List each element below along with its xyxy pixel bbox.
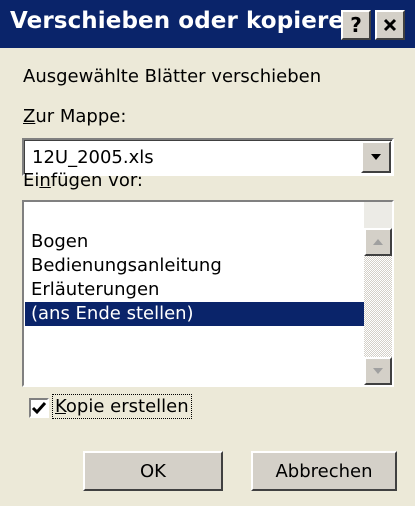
insert-before-label-start: Ei <box>23 170 40 191</box>
to-book-label: Zur Mappe: <box>23 106 126 127</box>
list-item[interactable]: Bogen <box>25 230 365 254</box>
close-button[interactable] <box>375 10 405 40</box>
cancel-button[interactable]: Abbrechen <box>251 451 397 491</box>
checkmark-icon <box>31 402 47 415</box>
triangle-up-icon <box>373 239 383 245</box>
ok-button[interactable]: OK <box>83 451 223 491</box>
list-item[interactable]: Erläuterungen <box>25 278 365 302</box>
insert-before-label: Einfügen vor: <box>23 170 143 191</box>
scroll-track[interactable] <box>364 256 392 357</box>
to-book-label-text: ur Mappe: <box>35 106 127 127</box>
move-or-copy-dialog: Verschieben oder kopieren ? Ausgewählte … <box>0 0 415 506</box>
copy-access-key: K <box>55 396 66 417</box>
question-mark-icon: ? <box>350 13 362 37</box>
insert-before-listbox[interactable]: Bogen Bedienungsanleitung Erläuterungen (an… <box>22 200 394 387</box>
copy-checkbox-label[interactable]: Kopie erstellen <box>52 394 192 419</box>
vertical-scrollbar[interactable] <box>364 202 392 385</box>
move-selected-sheets-label: Ausgewählte Blätter verschieben <box>23 66 322 87</box>
close-icon <box>383 18 397 32</box>
insert-before-label-end: fügen vor: <box>50 170 143 191</box>
triangle-down-icon <box>373 368 383 374</box>
scroll-down-button[interactable] <box>364 357 392 385</box>
sheet-list: Bogen Bedienungsanleitung Erläuterungen (an… <box>25 230 365 326</box>
dialog-title: Verschieben oder kopieren <box>10 8 361 34</box>
copy-label-text: opie erstellen <box>65 396 189 417</box>
chevron-down-icon <box>371 154 381 160</box>
to-book-value: 12U_2005.xls <box>32 147 154 168</box>
dropdown-arrow-button[interactable] <box>361 141 391 173</box>
copy-checkbox[interactable] <box>29 398 49 418</box>
title-bar[interactable]: Verschieben oder kopieren ? <box>0 0 415 48</box>
help-button[interactable]: ? <box>341 10 371 40</box>
to-book-access-key: Z <box>23 106 36 127</box>
list-item[interactable]: (ans Ende stellen) <box>25 302 365 326</box>
scroll-up-button[interactable] <box>364 228 392 256</box>
list-item[interactable]: Bedienungsanleitung <box>25 254 365 278</box>
insert-before-access-key: n <box>39 170 51 191</box>
